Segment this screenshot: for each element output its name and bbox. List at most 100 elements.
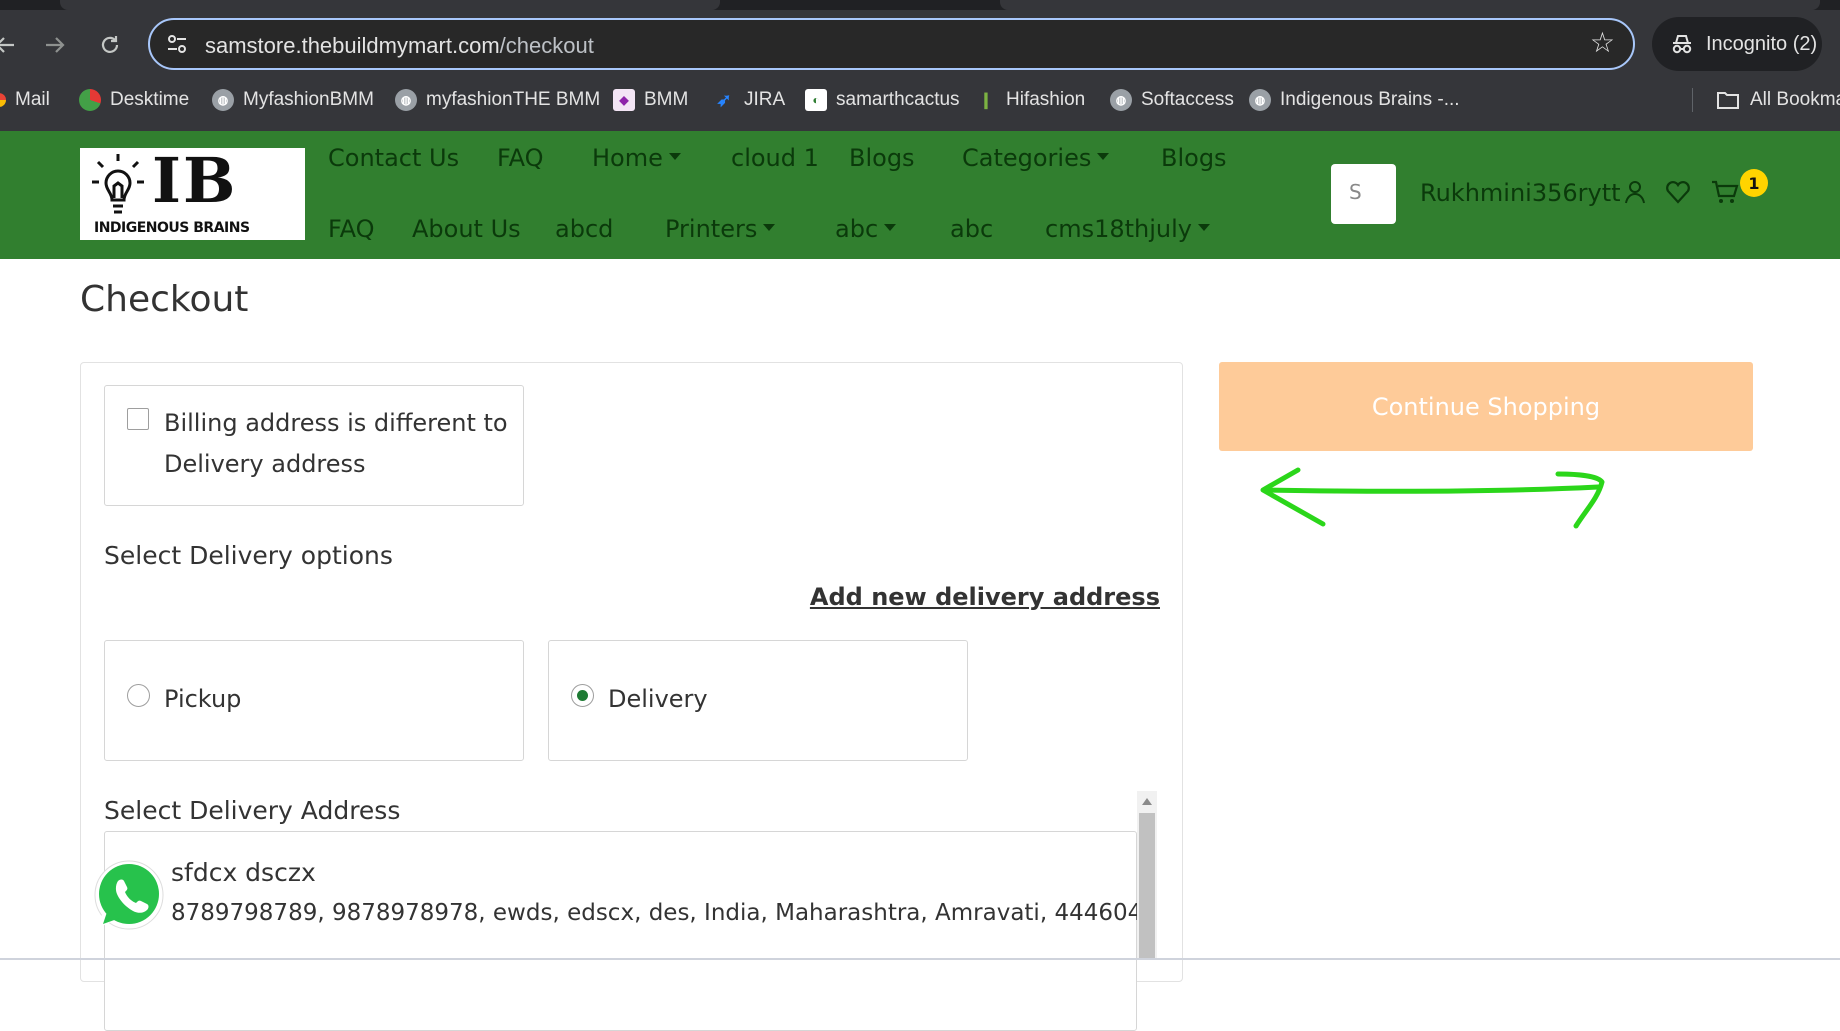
menu-label: Printers xyxy=(665,215,758,243)
menu-label: Blogs xyxy=(849,144,915,172)
menu-label: Contact Us xyxy=(328,144,460,172)
address-name: sfdcx dsczx xyxy=(171,858,316,887)
search-input[interactable]: S xyxy=(1331,164,1396,224)
site-header: IB INDIGENOUS BRAINS Contact Us FAQ Home… xyxy=(0,131,1840,259)
arrow-right-icon xyxy=(46,37,65,53)
all-bookmarks-button[interactable]: All Bookma xyxy=(1716,82,1840,118)
continue-shopping-button[interactable]: Continue Shopping xyxy=(1219,362,1753,451)
delivery-options-heading: Select Delivery options xyxy=(104,541,393,570)
menu-abc[interactable]: abc xyxy=(835,215,897,243)
site-info-icon[interactable] xyxy=(166,33,188,55)
bookmark-hifashion[interactable]: ❙ Hifashion xyxy=(975,82,1085,118)
bookmark-label: MyfashionBMM xyxy=(243,89,374,110)
caret-down-icon xyxy=(1198,223,1210,231)
menu-faq[interactable]: FAQ xyxy=(497,146,544,170)
menu-label: Blogs xyxy=(1161,144,1227,172)
delivery-radio[interactable] xyxy=(571,684,594,707)
bookmark-myfashionbmm[interactable]: ◍ MyfashionBMM xyxy=(212,82,374,118)
forward-button[interactable] xyxy=(38,28,72,62)
menu-blogs-2[interactable]: Blogs xyxy=(1161,146,1227,170)
menu-home[interactable]: Home xyxy=(592,146,681,170)
bookmarks-bar: Mail Desktime ◍ MyfashionBMM ◍ myfashion… xyxy=(0,82,1840,118)
tab-strip xyxy=(0,0,1840,10)
incognito-indicator[interactable]: Incognito (2) xyxy=(1652,17,1822,71)
menu-categories[interactable]: Categories xyxy=(962,146,1110,170)
bookmark-myfashionthebmm[interactable]: ◍ myfashionTHE BMM xyxy=(395,82,600,118)
cart-icon[interactable] xyxy=(1710,177,1740,207)
menu-label: abc xyxy=(835,215,879,243)
bookmark-label: Mail xyxy=(15,89,50,110)
bookmark-label: BMM xyxy=(644,89,689,110)
pickup-radio[interactable] xyxy=(127,684,150,707)
menu-abcd[interactable]: abcd xyxy=(555,217,613,241)
pickup-label[interactable]: Pickup xyxy=(164,687,241,711)
billing-checkbox-label-line2[interactable]: Delivery address xyxy=(164,452,366,476)
address-list-scrollbar[interactable] xyxy=(1137,791,1157,960)
bookmark-softaccess[interactable]: ◍ Softaccess xyxy=(1110,82,1234,118)
pickup-option-card[interactable]: Pickup xyxy=(104,640,524,761)
reload-button[interactable] xyxy=(93,28,127,62)
bookmark-label: Desktime xyxy=(110,89,190,110)
scroll-up-arrow-icon[interactable] xyxy=(1137,791,1157,811)
bookmark-desktime[interactable]: Desktime xyxy=(79,82,189,118)
delivery-label[interactable]: Delivery xyxy=(608,687,708,711)
bookmark-samarthcactus[interactable]: ◐ samarthcactus xyxy=(805,82,960,118)
folder-icon xyxy=(1717,92,1739,109)
back-button[interactable] xyxy=(0,28,22,62)
scrollbar-thumb[interactable] xyxy=(1139,813,1155,960)
page-title: Checkout xyxy=(80,279,249,320)
menu-label: FAQ xyxy=(328,215,375,243)
bookmark-bmm[interactable]: ◆ BMM xyxy=(613,82,688,118)
delivery-address-heading: Select Delivery Address xyxy=(104,796,401,825)
delivery-option-card[interactable]: Delivery xyxy=(548,640,968,761)
whatsapp-chat-icon[interactable] xyxy=(90,856,168,934)
address-bar[interactable]: samstore.thebuildmymart.com/checkout ☆ xyxy=(148,18,1635,70)
url-path: /checkout xyxy=(499,33,594,58)
menu-label: Home xyxy=(592,144,663,172)
billing-different-checkbox[interactable] xyxy=(127,408,149,430)
caret-down-icon xyxy=(884,223,897,231)
menu-faq-2[interactable]: FAQ xyxy=(328,217,375,241)
menu-label: cms18thjuly xyxy=(1045,215,1192,243)
bookmarks-divider xyxy=(1692,88,1693,112)
menu-abc-2[interactable]: abc xyxy=(950,217,993,241)
heart-icon[interactable] xyxy=(1663,177,1693,207)
add-new-delivery-address-link[interactable]: Add new delivery address xyxy=(810,585,1160,609)
globe-icon: ◍ xyxy=(395,89,417,111)
google-icon xyxy=(0,93,6,107)
menu-label: cloud 1 xyxy=(731,144,819,172)
url-text[interactable]: samstore.thebuildmymart.com/checkout xyxy=(205,33,594,59)
incognito-label: Incognito (2) xyxy=(1706,32,1818,55)
delivery-address-card[interactable]: sfdcx dsczx 8789798789, 9878978978, ewds… xyxy=(104,831,1142,1031)
bookmark-star-icon[interactable]: ☆ xyxy=(1590,29,1615,57)
menu-label: abcd xyxy=(555,215,614,243)
desktime-icon xyxy=(79,89,101,111)
menu-printers[interactable]: Printers xyxy=(665,215,776,243)
browser-tab[interactable] xyxy=(60,0,720,10)
site-logo[interactable]: IB INDIGENOUS BRAINS xyxy=(80,148,305,240)
menu-about-us[interactable]: About Us xyxy=(412,217,521,241)
cart-count-badge: 1 xyxy=(1740,169,1768,197)
browser-chrome: samstore.thebuildmymart.com/checkout ☆ I… xyxy=(0,0,1840,131)
menu-blogs[interactable]: Blogs xyxy=(849,146,915,170)
account-username[interactable]: Rukhmini356rytt xyxy=(1420,181,1621,205)
user-icon[interactable] xyxy=(1620,177,1650,207)
billing-checkbox-label-line1[interactable]: Billing address is different to xyxy=(164,411,508,435)
double-arrow-annotation-icon xyxy=(1260,467,1605,529)
caret-down-icon xyxy=(1097,152,1110,160)
bookmark-mail[interactable]: Mail xyxy=(0,82,50,118)
checkout-form-panel: Billing address is different to Delivery… xyxy=(80,362,1183,1031)
bookmark-jira[interactable]: ➶ JIRA xyxy=(713,82,785,118)
bookmark-label: Softaccess xyxy=(1141,89,1234,110)
logo-company-name: INDIGENOUS BRAINS xyxy=(94,220,250,236)
menu-cloud-1[interactable]: cloud 1 xyxy=(731,146,819,170)
browser-tab[interactable] xyxy=(1000,0,1820,10)
address-details: 8789798789, 9878978978, ewds, edscx, des… xyxy=(171,900,1143,926)
url-host: samstore.thebuildmymart.com xyxy=(205,33,500,58)
hifashion-icon: ❙ xyxy=(979,92,993,109)
menu-contact-us[interactable]: Contact Us xyxy=(328,146,459,170)
bookmark-indigenous-brains[interactable]: ◍ Indigenous Brains -... xyxy=(1249,82,1460,118)
all-bookmarks-label: All Bookma xyxy=(1750,89,1840,110)
lightbulb-icon xyxy=(92,154,144,214)
menu-cms18thjuly[interactable]: cms18thjuly xyxy=(1045,217,1210,241)
